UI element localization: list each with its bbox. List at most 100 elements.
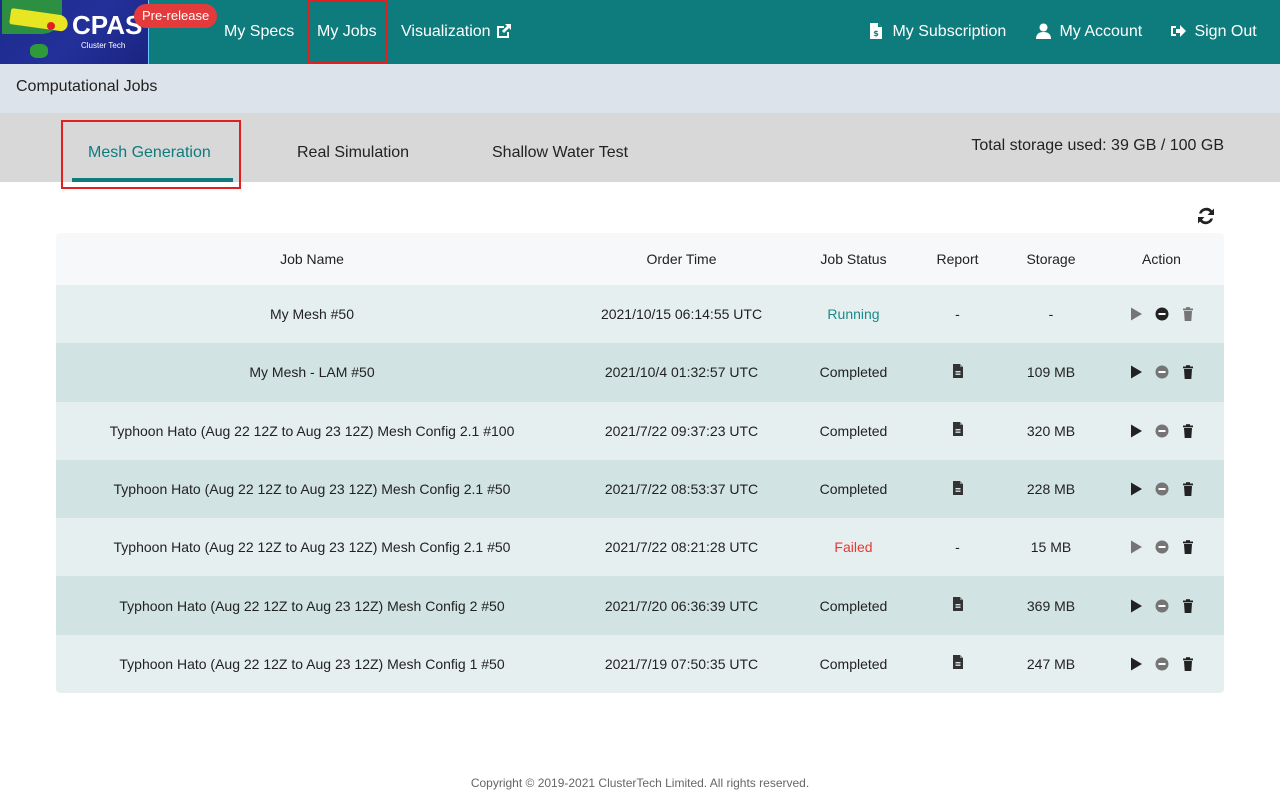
storage-size: 15 MB — [1030, 539, 1072, 556]
play-icon[interactable] — [1128, 598, 1144, 614]
logo-map-dot — [47, 22, 55, 30]
delete-icon[interactable] — [1180, 539, 1196, 555]
stop-icon[interactable] — [1154, 539, 1170, 555]
report-file-icon[interactable] — [950, 480, 966, 496]
report-file-icon[interactable] — [950, 421, 966, 437]
table-row: Typhoon Hato (Aug 22 12Z to Aug 23 12Z) … — [56, 576, 1224, 635]
col-header-storage[interactable]: Storage — [1003, 251, 1099, 267]
refresh-icon — [1198, 207, 1214, 225]
job-status: Failed — [834, 539, 873, 556]
storage-size: 320 MB — [1026, 422, 1076, 439]
report-value: - — [955, 539, 960, 556]
delete-icon[interactable] — [1180, 423, 1196, 439]
storage-size: 109 MB — [1026, 364, 1076, 381]
table-row: My Mesh #50 2021/10/15 06:14:55 UTC Runnin… — [56, 285, 1224, 344]
stop-icon[interactable] — [1154, 481, 1170, 497]
play-icon[interactable] — [1128, 306, 1144, 322]
job-name[interactable]: Typhoon Hato (Aug 22 12Z to Aug 23 12Z) … — [56, 598, 568, 614]
nav-visualization-label: Visualization — [401, 23, 491, 40]
job-name[interactable]: My Mesh - LAM #50 — [56, 364, 568, 380]
delete-icon[interactable] — [1180, 656, 1196, 672]
action-cell — [1099, 481, 1224, 497]
cpas-logo[interactable]: CPAS Cluster Tech — [0, 0, 149, 64]
refresh-button[interactable] — [1196, 206, 1216, 226]
tab-real-simulation[interactable]: Real Simulation — [297, 113, 409, 182]
action-cell — [1099, 423, 1224, 439]
action-cell — [1099, 539, 1224, 555]
table-row: My Mesh - LAM #50 2021/10/4 01:32:57 UTC C… — [56, 343, 1224, 402]
play-icon[interactable] — [1128, 364, 1144, 380]
logo-subtitle: Cluster Tech — [81, 41, 126, 50]
nav-my-jobs[interactable]: My Jobs — [307, 0, 387, 64]
play-icon[interactable] — [1128, 656, 1144, 672]
storage-usage: Total storage used: 39 GB / 100 GB — [971, 137, 1224, 154]
tab-mesh-generation-label: Mesh Generation — [88, 144, 211, 161]
nav-my-specs[interactable]: My Specs — [224, 0, 294, 64]
play-icon[interactable] — [1128, 539, 1144, 555]
table-header-row: Job Name Order Time Job Status Report St… — [56, 233, 1224, 285]
table-row: Typhoon Hato (Aug 22 12Z to Aug 23 12Z) … — [56, 634, 1224, 694]
nav-visualization[interactable]: Visualization — [401, 0, 512, 64]
delete-icon[interactable] — [1180, 481, 1196, 497]
order-time: 2021/7/22 08:53:37 UTC — [604, 481, 759, 498]
table-row: Typhoon Hato (Aug 22 12Z to Aug 23 12Z) … — [56, 518, 1224, 577]
order-time: 2021/7/20 06:36:39 UTC — [604, 597, 759, 614]
tab-shallow-water-test[interactable]: Shallow Water Test — [492, 113, 628, 182]
sign-out-icon — [1170, 23, 1190, 40]
user-icon — [1036, 23, 1055, 40]
table-row: Typhoon Hato (Aug 22 12Z to Aug 23 12Z) … — [56, 401, 1224, 460]
jobs-table: Job Name Order Time Job Status Report St… — [56, 233, 1224, 694]
report-cell — [912, 654, 1003, 673]
stop-icon[interactable] — [1154, 598, 1170, 614]
nav-my-subscription[interactable]: $ My Subscription — [870, 0, 1006, 64]
delete-icon[interactable] — [1180, 364, 1196, 380]
col-header-order-time[interactable]: Order Time — [568, 251, 795, 267]
report-file-icon[interactable] — [950, 654, 966, 670]
logo-title: CPAS — [72, 10, 143, 40]
stop-icon[interactable] — [1154, 306, 1170, 322]
stop-icon[interactable] — [1154, 364, 1170, 380]
page-title: Computational Jobs — [16, 78, 158, 95]
order-time: 2021/7/22 09:37:23 UTC — [604, 422, 759, 439]
table-body: My Mesh #50 2021/10/15 06:14:55 UTC Runnin… — [56, 285, 1224, 694]
report-cell — [912, 596, 1003, 615]
nav-my-subscription-label: My Subscription — [892, 23, 1007, 40]
active-tab-underline — [72, 178, 233, 182]
nav-my-account-label: My Account — [1059, 23, 1143, 40]
delete-icon[interactable] — [1180, 306, 1196, 322]
storage-size: 369 MB — [1026, 597, 1076, 614]
col-header-job-name[interactable]: Job Name — [56, 251, 568, 267]
external-link-icon — [495, 23, 512, 40]
stop-icon[interactable] — [1154, 656, 1170, 672]
job-status: Completed — [819, 481, 888, 498]
nav-sign-out[interactable]: Sign Out — [1170, 0, 1257, 64]
stop-icon[interactable] — [1154, 423, 1170, 439]
play-icon[interactable] — [1128, 423, 1144, 439]
report-cell: - — [912, 306, 1003, 322]
job-status: Running — [827, 306, 880, 323]
order-time: 2021/10/15 06:14:55 UTC — [600, 306, 763, 323]
play-icon[interactable] — [1128, 481, 1144, 497]
delete-icon[interactable] — [1180, 598, 1196, 614]
report-file-icon[interactable] — [950, 596, 966, 612]
action-cell — [1099, 656, 1224, 672]
nav-sign-out-label: Sign Out — [1194, 23, 1257, 40]
job-name[interactable]: Typhoon Hato (Aug 22 12Z to Aug 23 12Z) … — [56, 656, 568, 672]
tab-mesh-generation[interactable]: Mesh Generation — [72, 113, 233, 182]
job-name[interactable]: Typhoon Hato (Aug 22 12Z to Aug 23 12Z) … — [56, 423, 568, 439]
report-file-icon[interactable] — [950, 363, 966, 379]
report-cell — [912, 421, 1003, 440]
col-header-report: Report — [936, 251, 979, 267]
logo-map-land-2 — [30, 44, 48, 58]
job-name[interactable]: Typhoon Hato (Aug 22 12Z to Aug 23 12Z) … — [56, 539, 568, 555]
nav-my-account[interactable]: My Account — [1036, 0, 1142, 64]
job-name[interactable]: Typhoon Hato (Aug 22 12Z to Aug 23 12Z) … — [56, 481, 568, 497]
job-status: Completed — [819, 597, 888, 614]
action-cell — [1099, 364, 1224, 380]
col-header-job-status[interactable]: Job Status — [795, 251, 912, 267]
storage-size: - — [1048, 306, 1054, 323]
copyright-footer: Copyright © 2019-2021 ClusterTech Limite… — [470, 776, 810, 790]
storage-size: 228 MB — [1026, 481, 1076, 498]
job-name[interactable]: My Mesh #50 — [56, 306, 568, 322]
job-type-tabs: Mesh Generation Real Simulation Shallow … — [0, 113, 1280, 189]
